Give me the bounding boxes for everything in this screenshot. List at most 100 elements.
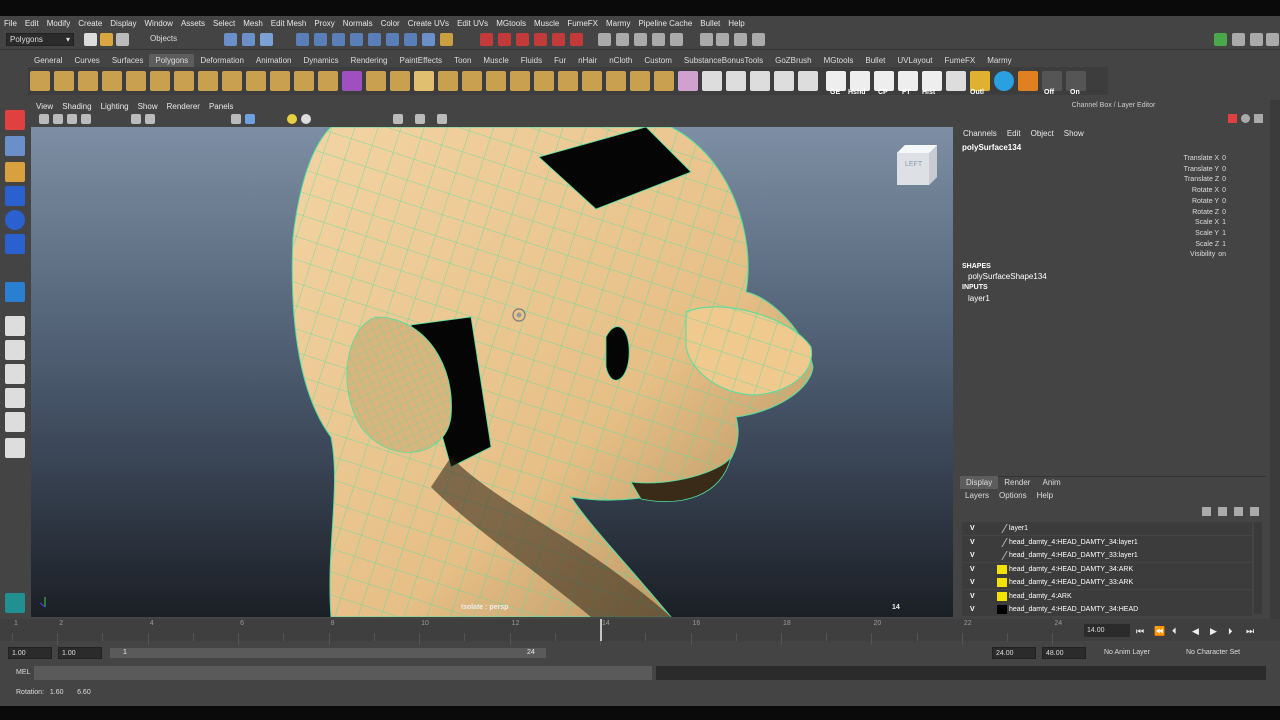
layout-four-icon[interactable] [5,340,25,360]
shelf-tab-dynamics[interactable]: Dynamics [297,54,344,67]
lights-icon[interactable] [287,114,297,124]
separate-icon[interactable] [318,71,338,91]
layout-two-icon[interactable] [5,364,25,384]
select-hierarchy-icon[interactable] [224,33,237,46]
channel-translate-z[interactable]: Translate Z0 [1140,176,1226,183]
select-object-icon[interactable] [242,33,255,46]
layer-color-swatch[interactable] [997,605,1007,614]
shelf-tab-fur[interactable]: Fur [548,54,572,67]
channel-value[interactable]: 1 [1222,230,1226,237]
perspective-viewport[interactable]: LEFT Isolate : persp 14 [31,127,953,617]
playback-start-field[interactable]: 1.00 [58,647,102,659]
layer-row[interactable]: Vhead_damty_4:ARK [962,589,1252,603]
selected-object-name[interactable]: polySurface134 [962,143,1021,152]
menu-marmy[interactable]: Marmy [606,19,630,28]
layer-move-up-icon[interactable] [1234,507,1243,516]
channel-menu-channels[interactable]: Channels [963,127,997,140]
image-plane-icon[interactable] [81,114,91,124]
viewport-menu-view[interactable]: View [36,102,53,111]
layer-move-down-icon[interactable] [1250,507,1259,516]
poly-pyramid-icon[interactable] [198,71,218,91]
shelf-tab-surfaces[interactable]: Surfaces [106,54,150,67]
cp-tool-icon[interactable] [874,71,894,91]
channel-value[interactable]: 1 [1222,241,1226,248]
menu-assets[interactable]: Assets [181,19,205,28]
show-attribute-editor-icon[interactable] [1214,33,1227,46]
shelf-tab-substancebonustools[interactable]: SubstanceBonusTools [678,54,769,67]
command-input[interactable] [34,666,652,680]
layer-color-swatch[interactable] [999,537,1008,547]
channel-scale-x[interactable]: Scale X1 [1140,219,1226,226]
tool-icon-21[interactable] [510,71,530,91]
go-to-end-button[interactable]: ⏭ [1246,626,1254,637]
shelf-tab-muscle[interactable]: Muscle [477,54,514,67]
layer-color-swatch[interactable] [997,578,1007,587]
snap-live-icon[interactable] [552,33,565,46]
move-tool-icon[interactable] [5,186,25,206]
lock-icon[interactable] [440,33,453,46]
layer-color-swatch[interactable] [999,551,1008,560]
viewport-menu-renderer[interactable]: Renderer [167,102,200,111]
zbrush-icon[interactable] [946,71,966,91]
channel-value[interactable]: on [1218,251,1226,258]
shelf-tab-painteffects[interactable]: PaintEffects [394,54,449,67]
smooth-shade-icon[interactable] [231,114,241,124]
step-forward-button[interactable]: ⏵ [1228,626,1233,637]
poly-helix-icon[interactable] [246,71,266,91]
new-layer-icon[interactable] [1202,507,1211,516]
shelf-tab-uvlayout[interactable]: UVLayout [891,54,938,67]
smooth-icon[interactable] [342,71,362,91]
shelf-tab-fluids[interactable]: Fluids [515,54,548,67]
layer-tab-display[interactable]: Display [960,476,999,489]
shelf-tab-marmy[interactable]: Marmy [981,54,1017,67]
mask-icon-1[interactable] [296,33,309,46]
tool-icon-24[interactable] [582,71,602,91]
lasso-tool-icon[interactable] [5,136,25,156]
soccer-ball-icon[interactable] [270,71,290,91]
channel-visibility[interactable]: Visibility on [1140,251,1226,258]
menu-edit-uvs[interactable]: Edit UVs [457,19,488,28]
figure-icon[interactable] [1018,71,1038,91]
custom-tool-icon[interactable] [5,593,25,613]
channel-menu-show[interactable]: Show [1064,127,1084,140]
menu-help[interactable]: Help [728,19,744,28]
menu-normals[interactable]: Normals [343,19,373,28]
wireframe-icon[interactable] [145,114,155,124]
tool-icon-31[interactable] [750,71,770,91]
shelf-tab-mgtools[interactable]: MGtools [818,54,860,67]
channel-menu-object[interactable]: Object [1031,127,1054,140]
shade-sphere-icon[interactable] [414,71,434,91]
tool-icon-25[interactable] [606,71,626,91]
layer-menu-help[interactable]: Help [1032,490,1058,502]
view-cube-label[interactable]: LEFT [905,161,922,168]
snap-view-icon[interactable] [534,33,547,46]
bridge-icon[interactable] [390,71,410,91]
end-time-field[interactable]: 48.00 [1042,647,1086,659]
menu-pipeline-cache[interactable]: Pipeline Cache [638,19,692,28]
layer-visibility-toggle[interactable]: V [970,563,975,576]
character-set-selector[interactable]: No Character Set [1186,649,1240,656]
step-back-key-button[interactable]: ⏪ [1154,626,1165,637]
layer-row[interactable]: Vhead_damty_4:HEAD_DAMTY_33:ARK [962,576,1252,589]
tool-icon-32[interactable] [774,71,794,91]
menu-window[interactable]: Window [145,19,173,28]
render-view-icon[interactable] [616,33,629,46]
bookmark-icon[interactable] [67,114,77,124]
tool-icon-20[interactable] [486,71,506,91]
channel-rotate-z[interactable]: Rotate Z0 [1140,209,1226,216]
shelf-tab-rendering[interactable]: Rendering [345,54,394,67]
layer-color-swatch[interactable] [997,564,1007,574]
play-back-button[interactable]: ◀ [1192,626,1199,637]
layer-scrollbar[interactable] [1254,522,1262,614]
channel-scale-y[interactable]: Scale Y1 [1140,230,1226,237]
on-tool-icon[interactable] [1066,71,1086,91]
menu-create-uvs[interactable]: Create UVs [408,19,449,28]
menu-display[interactable]: Display [110,19,136,28]
mask-icon-2[interactable] [314,33,327,46]
help-icon[interactable] [422,33,435,46]
tool-icon-33[interactable] [798,71,818,91]
select-tool-icon[interactable] [5,110,25,130]
shelf-tab-toon[interactable]: Toon [448,54,477,67]
input-node[interactable]: layer1 [968,294,990,303]
poly-sphere-icon[interactable] [30,71,50,91]
